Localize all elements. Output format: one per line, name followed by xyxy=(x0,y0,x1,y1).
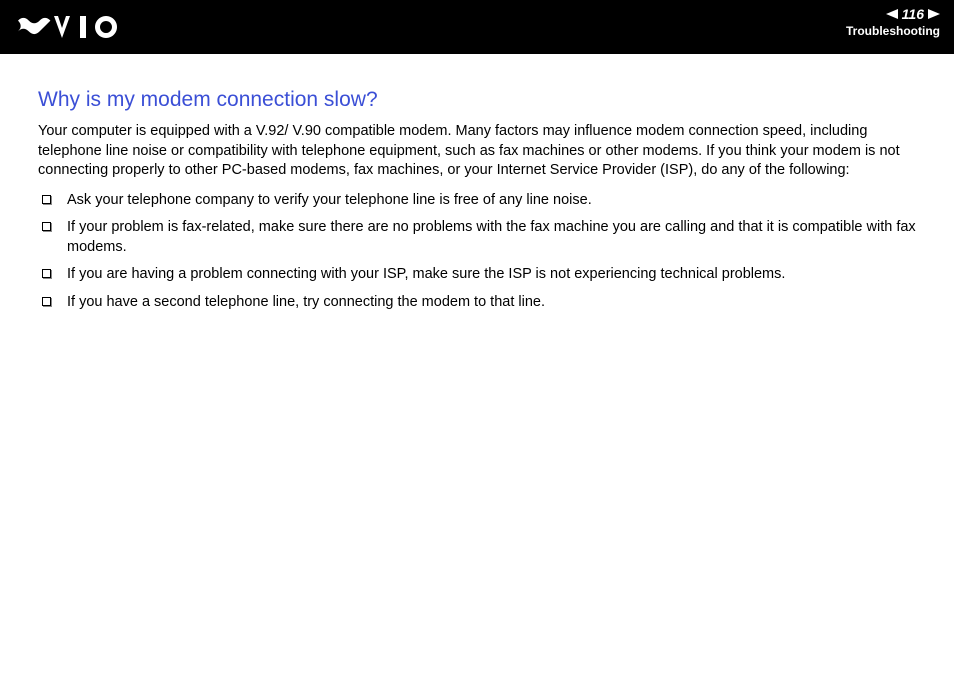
list-item: If your problem is fax-related, make sur… xyxy=(42,218,916,257)
list-item-text: If your problem is fax-related, make sur… xyxy=(67,218,916,257)
next-page-arrow-icon[interactable] xyxy=(928,9,940,19)
list-item-text: If you are having a problem connecting w… xyxy=(67,265,916,285)
bullet-list: Ask your telephone company to verify you… xyxy=(38,191,916,313)
page-navigation: 116 Troubleshooting xyxy=(846,6,940,38)
square-bullet-icon xyxy=(42,269,51,278)
square-bullet-icon xyxy=(42,297,51,306)
header-bar: 116 Troubleshooting xyxy=(0,0,954,54)
page-number: 116 xyxy=(902,6,924,22)
section-label: Troubleshooting xyxy=(846,24,940,38)
previous-page-arrow-icon[interactable] xyxy=(886,9,898,19)
page-content: Why is my modem connection slow? Your co… xyxy=(0,54,954,313)
square-bullet-icon xyxy=(42,222,51,231)
list-item: If you have a second telephone line, try… xyxy=(42,293,916,313)
list-item: If you are having a problem connecting w… xyxy=(42,265,916,285)
list-item-text: If you have a second telephone line, try… xyxy=(67,293,916,313)
list-item-text: Ask your telephone company to verify you… xyxy=(67,191,916,211)
vaio-logo xyxy=(18,14,122,45)
list-item: Ask your telephone company to verify you… xyxy=(42,191,916,211)
page-title: Why is my modem connection slow? xyxy=(38,88,916,112)
intro-paragraph: Your computer is equipped with a V.92/ V… xyxy=(38,122,916,181)
square-bullet-icon xyxy=(42,195,51,204)
